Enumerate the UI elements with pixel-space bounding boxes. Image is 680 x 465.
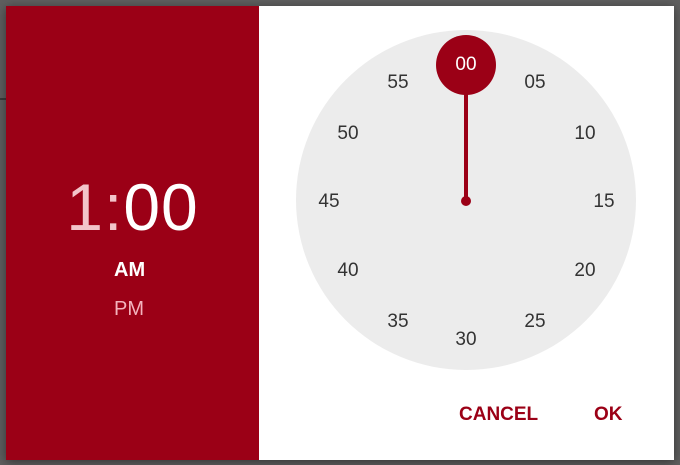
clock-number-55[interactable]: 55	[378, 71, 418, 95]
clock-number-00[interactable]: 00	[446, 53, 486, 77]
clock-hand[interactable]	[464, 78, 468, 201]
clock-number-35[interactable]: 35	[378, 310, 418, 334]
clock-number-30[interactable]: 30	[446, 328, 486, 352]
clock-number-40[interactable]: 40	[328, 259, 368, 283]
cancel-button[interactable]: CANCEL	[459, 404, 538, 426]
ok-button[interactable]: OK	[594, 404, 623, 426]
pm-toggle[interactable]: PM	[114, 298, 144, 321]
clock-number-10[interactable]: 10	[565, 122, 605, 146]
am-toggle[interactable]: AM	[114, 259, 145, 282]
clock-face[interactable]: 00 05 10 15 20 25 30 35 40 45 50 55	[296, 30, 636, 370]
clock-number-15[interactable]: 15	[584, 190, 624, 214]
dialog-actions: CANCEL OK	[259, 404, 674, 432]
clock-number-05[interactable]: 05	[515, 71, 555, 95]
clock-panel: 00 05 10 15 20 25 30 35 40 45 50 55 CANC…	[259, 6, 674, 460]
clock-number-45[interactable]: 45	[309, 190, 349, 214]
clock-number-20[interactable]: 20	[565, 259, 605, 283]
hour-value[interactable]: 1	[66, 170, 104, 244]
time-picker-dialog: 1:00 AM PM 00 05 10 15 20 25 30 35 40 45…	[6, 6, 674, 460]
clock-center-dot	[461, 196, 471, 206]
time-display: 1:00	[6, 172, 259, 242]
clock-number-50[interactable]: 50	[328, 122, 368, 146]
time-separator: :	[103, 170, 124, 244]
clock-number-25[interactable]: 25	[515, 310, 555, 334]
minute-value[interactable]: 00	[123, 170, 198, 244]
screen: 1:00 AM PM 00 05 10 15 20 25 30 35 40 45…	[0, 0, 680, 465]
time-header-panel: 1:00 AM PM	[6, 6, 259, 460]
